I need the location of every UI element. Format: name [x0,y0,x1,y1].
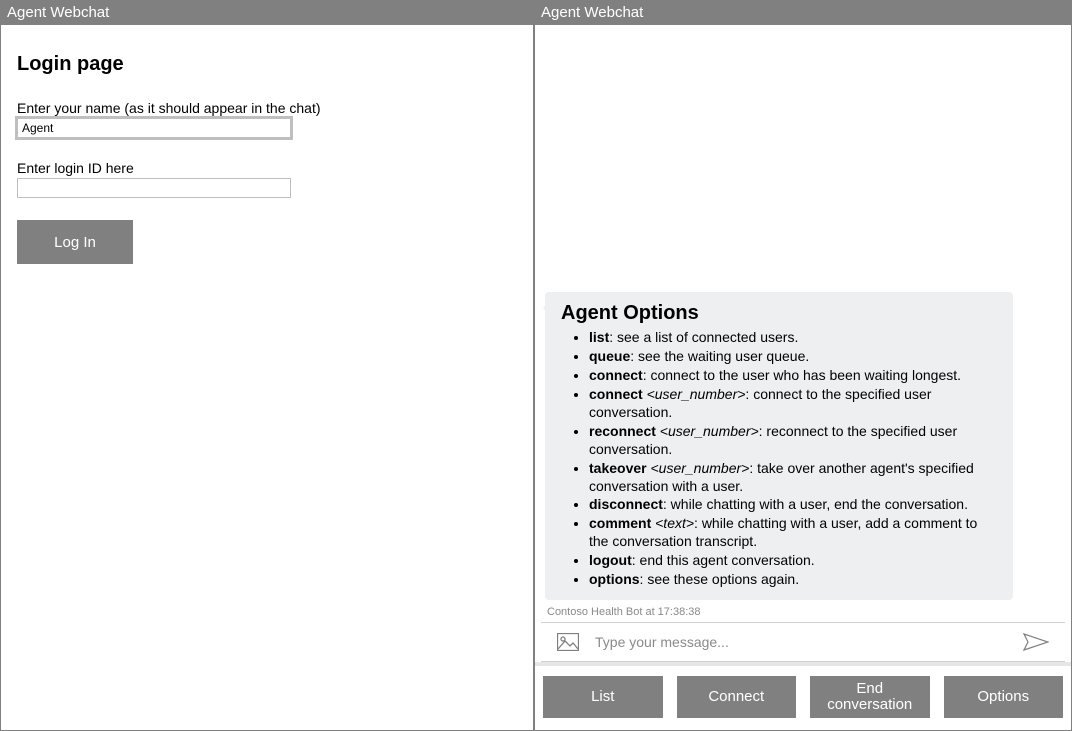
option-argument: <text> [651,515,694,531]
message-timestamp: Contoso Health Bot at 17:38:38 [547,606,1061,618]
options-list: list: see a list of connected users.queu… [561,329,997,589]
action-button-row: List Connect End conversation Options [535,662,1071,730]
option-command: queue [589,348,630,364]
option-description: : see these options again. [640,571,800,587]
option-command: connect [589,386,643,402]
attach-image-icon[interactable] [557,633,579,651]
message-input[interactable] [593,623,1009,661]
option-item: queue: see the waiting user queue. [589,348,997,366]
option-item: connect: connect to the user who has bee… [589,367,997,385]
end-conversation-button[interactable]: End conversation [810,676,930,718]
option-item: options: see these options again. [589,571,997,589]
option-item: reconnect <user_number>: reconnect to th… [589,423,997,459]
login-pane: Agent Webchat Login page Enter your name… [0,0,534,731]
message-input-row [541,622,1065,662]
options-button[interactable]: Options [944,676,1064,718]
login-button[interactable]: Log In [17,220,133,264]
option-command: disconnect [589,496,663,512]
option-item: disconnect: while chatting with a user, … [589,496,997,514]
option-command: list [589,329,609,345]
option-command: takeover [589,460,647,476]
option-argument: <user_number> [643,386,746,402]
option-description: : while chatting with a user, end the co… [663,496,968,512]
option-command: connect [589,367,643,383]
option-description: : see the waiting user queue. [630,348,809,364]
login-id-label: Enter login ID here [17,160,517,176]
option-item: comment <text>: while chatting with a us… [589,515,997,551]
name-input[interactable] [17,118,291,138]
option-command: options [589,571,640,587]
option-argument: <user_number> [656,423,759,439]
chat-pane: Agent Webchat Agent Options list: see a … [534,0,1072,731]
connect-button[interactable]: Connect [677,676,797,718]
option-command: logout [589,552,632,568]
option-item: takeover <user_number>: take over anothe… [589,460,997,496]
option-item: logout: end this agent conversation. [589,552,997,570]
right-title-bar: Agent Webchat [535,1,1071,25]
name-label: Enter your name (as it should appear in … [17,100,517,116]
option-command: comment [589,515,651,531]
chat-transcript: Agent Options list: see a list of connec… [535,25,1071,622]
list-button[interactable]: List [543,676,663,718]
left-title-bar: Agent Webchat [1,1,533,25]
option-item: connect <user_number>: connect to the sp… [589,386,997,422]
option-command: reconnect [589,423,656,439]
option-description: : see a list of connected users. [609,329,798,345]
option-item: list: see a list of connected users. [589,329,997,347]
page-title: Login page [17,53,517,76]
option-argument: <user_number> [647,460,750,476]
options-message-bubble: Agent Options list: see a list of connec… [545,292,1013,600]
option-description: : end this agent conversation. [632,552,815,568]
login-id-input[interactable] [17,178,291,198]
send-icon[interactable] [1023,633,1049,651]
options-heading: Agent Options [561,302,997,325]
option-description: : connect to the user who has been waiti… [643,367,961,383]
